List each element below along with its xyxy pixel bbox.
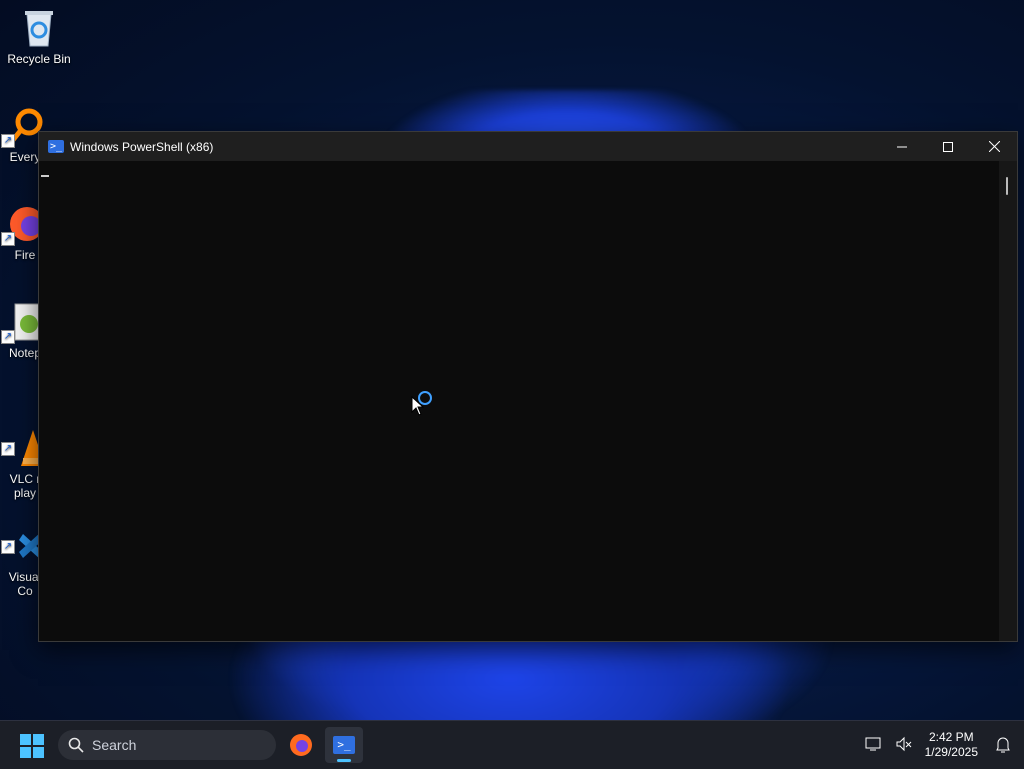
minimize-button[interactable] — [879, 132, 925, 161]
maximize-icon — [943, 141, 953, 152]
desktop-icon-recycle-bin[interactable]: Recycle Bin — [0, 8, 78, 66]
close-icon — [988, 141, 1000, 152]
volume-muted-icon[interactable] — [895, 736, 913, 754]
shortcut-arrow-icon: ↗ — [1, 540, 15, 554]
console-output-area[interactable] — [39, 161, 999, 641]
active-app-indicator — [337, 759, 351, 762]
firefox-icon — [290, 734, 312, 756]
shortcut-arrow-icon: ↗ — [1, 442, 15, 456]
powershell-window[interactable]: >_ Windows PowerShell (x86) — [38, 131, 1018, 642]
desktop-icon-label: Recycle Bin — [7, 52, 71, 66]
powershell-icon: >_ — [333, 736, 355, 754]
clock-time: 2:42 PM — [928, 730, 974, 744]
text-cursor — [41, 175, 49, 177]
window-titlebar[interactable]: >_ Windows PowerShell (x86) — [39, 132, 1017, 161]
close-button[interactable] — [971, 132, 1017, 161]
search-placeholder: Search — [92, 737, 137, 753]
notification-bell-icon[interactable] — [994, 736, 1012, 754]
window-title: Windows PowerShell (x86) — [70, 139, 214, 154]
system-tray: 2:42 PM 1/29/2025 — [859, 721, 1024, 769]
search-icon — [68, 737, 84, 753]
network-icon[interactable] — [865, 736, 883, 754]
vertical-scrollbar[interactable] — [999, 161, 1017, 641]
shortcut-arrow-icon: ↗ — [1, 232, 15, 246]
taskbar-app-powershell[interactable]: >_ — [325, 727, 363, 763]
shortcut-arrow-icon: ↗ — [1, 330, 15, 344]
shortcut-arrow-icon: ↗ — [1, 134, 15, 148]
powershell-icon: >_ — [48, 140, 64, 153]
clock[interactable]: 2:42 PM 1/29/2025 — [925, 730, 978, 760]
start-button[interactable] — [20, 734, 44, 758]
taskbar-app-firefox[interactable] — [282, 727, 320, 763]
clock-date: 1/29/2025 — [924, 745, 978, 759]
maximize-button[interactable] — [925, 132, 971, 161]
recycle-bin-icon — [19, 8, 59, 48]
minimize-icon — [897, 146, 907, 147]
taskbar: Search >_ 2:42 PM 1/29/2025 — [0, 720, 1024, 769]
scrollbar-thumb[interactable] — [1006, 177, 1008, 195]
windows-logo-icon — [20, 734, 31, 745]
busy-spinner-icon — [418, 391, 432, 405]
search-box[interactable]: Search — [58, 730, 276, 760]
